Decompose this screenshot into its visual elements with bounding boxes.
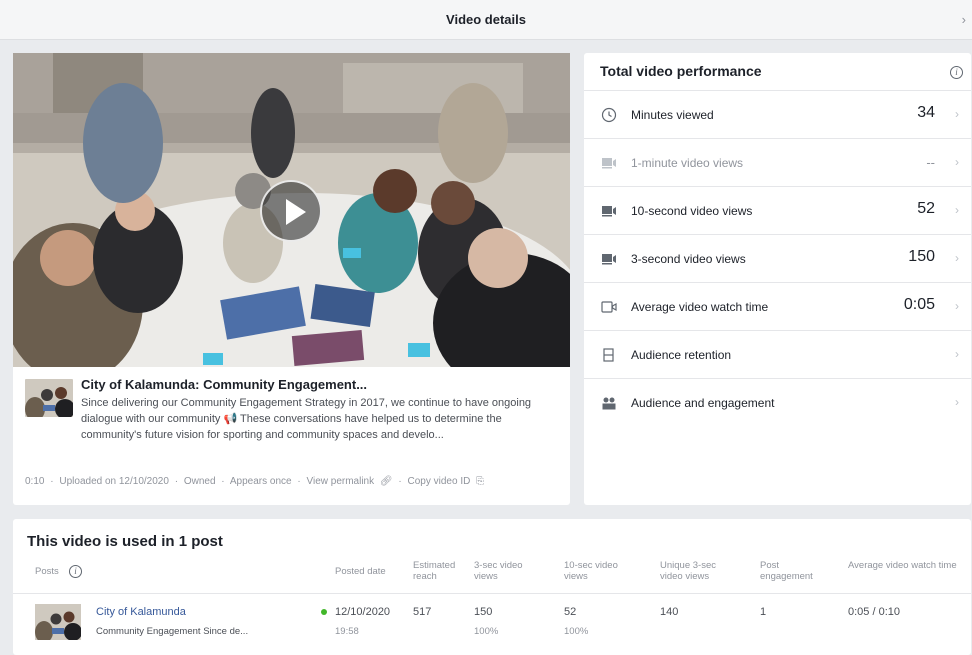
people-icon [602,397,616,410]
chevron-right-icon: › [955,203,959,217]
copy-icon: ⎘ [476,476,485,487]
column-header-reach[interactable]: Estimated reach [413,560,471,582]
column-header-10sec-views[interactable]: 10-sec video views [564,560,640,582]
chevron-right-icon: › [955,299,959,313]
video-title[interactable]: City of Kalamunda: Community Engagement.… [81,377,367,392]
posts-card: This video is used in 1 post Posts i Pos… [13,519,971,655]
metric-minutes-viewed[interactable]: Minutes viewed 34 › [584,90,971,138]
metric-1-minute-views[interactable]: 1-minute video views -- › [584,138,971,186]
metric-audience-engagement[interactable]: Audience and engagement › [584,378,971,426]
copy-video-id-link[interactable]: Copy video ID [408,476,471,487]
column-header-3sec-views[interactable]: 3-sec video views [474,560,544,582]
table-row[interactable]: City of Kalamunda Community Engagement S… [13,593,971,655]
clock-icon [601,107,617,123]
watch-time-value: 0:05 / 0:10 [848,606,900,618]
separator: · [398,476,402,487]
post-subtitle: Community Engagement Since de... [96,626,249,637]
views3-value: 150 [474,606,493,618]
link-icon: 🔗︎ [379,476,393,487]
metric-value: 34 [917,104,935,121]
metric-label: 3-second video views [631,252,746,266]
info-icon[interactable]: i [69,565,82,578]
appearance-label: Appears once [229,476,292,487]
metric-value: -- [926,155,935,170]
ownership-label: Owned [183,476,216,487]
metric-label: 10-second video views [631,204,753,218]
metric-label: Minutes viewed [631,108,714,122]
metric-value: 150 [908,248,935,265]
performance-title: Total video performance [600,63,762,79]
video-card: City of Kalamunda: Community Engagement.… [13,53,570,505]
view-permalink-link[interactable]: View permalink [307,476,375,487]
published-status-dot [321,609,327,615]
info-icon[interactable]: i [950,66,963,79]
metric-label: Audience retention [631,348,732,362]
video-thumbnail [25,379,73,417]
chevron-right-icon: › [955,395,959,409]
page-title: Video details [446,12,526,27]
posts-title: This video is used in 1 post [27,533,223,550]
reach-value: 517 [413,606,432,618]
metric-label: Average video watch time [631,300,769,314]
video-footer: 0:10 · Uploaded on 12/10/2020 · Owned · … [25,476,487,487]
separator: · [221,476,225,487]
video-duration: 0:10 [25,476,45,487]
metric-audience-retention[interactable]: Audience retention › [584,330,971,378]
separator: · [297,476,301,487]
column-header-watch-time[interactable]: Average video watch time [848,560,966,571]
separator: · [174,476,179,487]
video-views-icon [602,158,616,169]
post-thumbnail [35,604,81,640]
metric-value: 0:05 [903,296,935,313]
views10-percent: 100% [564,626,589,637]
chevron-right-icon: › [955,155,959,169]
metric-3-second-views[interactable]: 3-second video views 150 › [584,234,971,282]
column-label: Posts [35,566,59,577]
unique3-value: 140 [660,606,679,618]
video-description: Since delivering our Community Engagemen… [81,397,532,441]
video-camera-icon [601,301,617,313]
views10-value: 52 [564,606,577,618]
chevron-right-icon: › [955,107,959,121]
header-bar: Video details › [0,0,972,40]
close-button[interactable]: › [962,12,966,27]
engagement-value: 1 [760,606,767,618]
video-views-icon [602,206,616,217]
views3-percent: 100% [474,626,499,637]
chevron-right-icon: › [955,347,959,361]
column-header-posts: Posts [35,566,59,577]
play-button[interactable] [260,180,322,242]
metric-10-second-views[interactable]: 10-second video views 52 › [584,186,971,234]
retention-icon [603,348,614,362]
column-header-unique-3sec-views[interactable]: Unique 3-sec video views [660,560,740,582]
metric-label: 1-minute video views [631,156,744,170]
separator: · [50,476,54,487]
post-name-link[interactable]: City of Kalamunda [96,606,186,618]
posted-date: 12/10/2020 [335,606,391,618]
posted-time: 19:58 [335,626,359,637]
video-player[interactable] [13,53,570,367]
column-header-posted-date[interactable]: Posted date [335,566,386,577]
column-header-engagement[interactable]: Post engagement [760,560,834,582]
metric-average-watch-time[interactable]: Average video watch time 0:05 › [584,282,971,330]
metric-label: Audience and engagement [631,396,775,410]
performance-card: Total video performance i Minutes viewed… [584,53,971,505]
metric-value: 52 [917,200,935,217]
upload-date: Uploaded on 12/10/2020 [59,476,169,487]
video-views-icon [602,254,616,265]
chevron-right-icon: › [955,251,959,265]
